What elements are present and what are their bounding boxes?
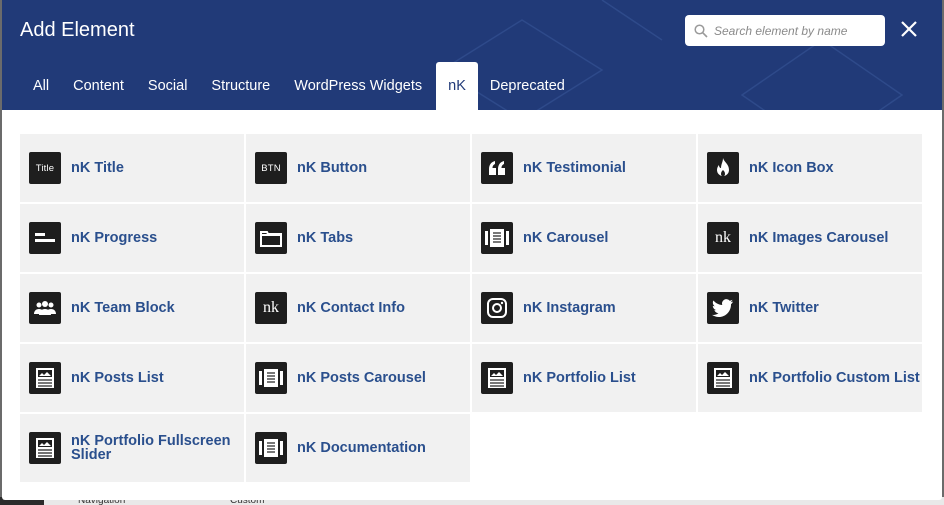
modal-header: Add Element All Content Social Structure… — [2, 0, 942, 110]
progress-icon — [29, 222, 61, 254]
tab-deprecated[interactable]: Deprecated — [478, 62, 577, 110]
post-icon — [707, 362, 739, 394]
team-icon — [29, 292, 61, 324]
element-label: nK Documentation — [297, 440, 426, 456]
element-card-nk-carousel[interactable]: nK Carousel — [472, 204, 696, 272]
search-box[interactable] — [685, 15, 885, 46]
add-element-modal: Add Element All Content Social Structure… — [2, 0, 942, 500]
tab-all[interactable]: All — [20, 62, 61, 110]
element-label: nK Icon Box — [749, 160, 834, 176]
tabs-icon — [255, 222, 287, 254]
element-label: nK Testimonial — [523, 160, 626, 176]
post-icon — [481, 362, 513, 394]
element-card-nk-testimonial[interactable]: nK Testimonial — [472, 134, 696, 202]
quote-icon — [481, 152, 513, 184]
element-grid: Title nK Title BTN nK Button nK Testimon… — [20, 134, 923, 482]
element-label: nK Portfolio Fullscreen Slider — [71, 433, 231, 463]
tab-content[interactable]: Content — [61, 62, 136, 110]
element-label: nK Progress — [71, 230, 158, 246]
element-label: nK Team Block — [71, 300, 175, 316]
tab-structure[interactable]: Structure — [199, 62, 282, 110]
twitter-icon — [707, 292, 739, 324]
carousel-icon — [255, 432, 287, 464]
element-card-nk-button[interactable]: BTN nK Button — [246, 134, 470, 202]
element-card-nk-title[interactable]: Title nK Title — [20, 134, 244, 202]
tab-social[interactable]: Social — [136, 62, 200, 110]
element-card-nk-progress[interactable]: nK Progress — [20, 204, 244, 272]
element-card-nk-documentation[interactable]: nK Documentation — [246, 414, 470, 482]
nk-logo-icon: nk — [255, 292, 287, 324]
element-card-nk-portfolio-fullscreen-slider[interactable]: nK Portfolio Fullscreen Slider — [20, 414, 244, 482]
element-label: nK Posts List — [71, 370, 164, 386]
element-card-nk-images-carousel[interactable]: nk nK Images Carousel — [698, 204, 922, 272]
element-label: nK Instagram — [523, 300, 616, 316]
carousel-icon — [255, 362, 287, 394]
element-label: nK Button — [297, 160, 368, 176]
category-tabs: All Content Social Structure WordPress W… — [2, 62, 577, 110]
element-label: nK Title — [71, 160, 124, 176]
tab-nk[interactable]: nK — [436, 62, 478, 110]
element-card-nk-posts-carousel[interactable]: nK Posts Carousel — [246, 344, 470, 412]
title-text-icon: Title — [29, 152, 61, 184]
element-label: nK Posts Carousel — [297, 370, 426, 386]
flame-icon — [707, 152, 739, 184]
carousel-icon — [481, 222, 513, 254]
element-card-nk-posts-list[interactable]: nK Posts List — [20, 344, 244, 412]
post-icon — [29, 432, 61, 464]
element-card-nk-contact-info[interactable]: nk nK Contact Info — [246, 274, 470, 342]
element-card-nk-twitter[interactable]: nK Twitter — [698, 274, 922, 342]
element-card-nk-instagram[interactable]: nK Instagram — [472, 274, 696, 342]
nk-logo-icon: nk — [707, 222, 739, 254]
element-card-nk-portfolio-custom-list[interactable]: nK Portfolio Custom List — [698, 344, 922, 412]
search-input[interactable] — [714, 23, 874, 38]
button-icon: BTN — [255, 152, 287, 184]
post-icon — [29, 362, 61, 394]
element-label: nK Images Carousel — [749, 230, 889, 246]
instagram-icon — [481, 292, 513, 324]
element-label: nK Tabs — [297, 230, 354, 246]
element-label: nK Portfolio Custom List — [749, 370, 920, 386]
element-label: nK Portfolio List — [523, 370, 636, 386]
search-icon — [694, 23, 708, 38]
element-card-nk-portfolio-list[interactable]: nK Portfolio List — [472, 344, 696, 412]
element-label: nK Carousel — [523, 230, 609, 246]
element-label: nK Contact Info — [297, 300, 405, 316]
element-card-nk-tabs[interactable]: nK Tabs — [246, 204, 470, 272]
element-card-nk-team-block[interactable]: nK Team Block — [20, 274, 244, 342]
modal-title: Add Element — [20, 19, 135, 41]
element-card-nk-icon-box[interactable]: nK Icon Box — [698, 134, 922, 202]
close-icon[interactable] — [899, 19, 919, 39]
tab-wordpress-widgets[interactable]: WordPress Widgets — [282, 62, 434, 110]
element-label: nK Twitter — [749, 300, 819, 316]
